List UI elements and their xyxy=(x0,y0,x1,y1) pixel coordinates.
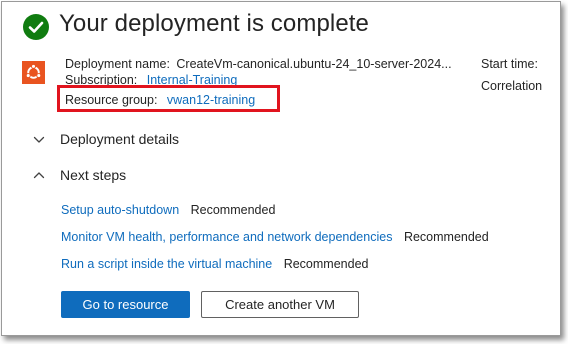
deployment-overview-panel: Your deployment is complete Deployment n… xyxy=(1,1,561,336)
ubuntu-icon xyxy=(22,61,45,84)
chevron-up-icon xyxy=(33,172,45,179)
start-time-label: Start time: xyxy=(481,57,538,71)
run-script-link[interactable]: Run a script inside the virtual machine xyxy=(61,257,272,271)
recommended-tag: Recommended xyxy=(283,257,369,271)
page-title: Your deployment is complete xyxy=(59,10,369,37)
resource-group-highlight-box xyxy=(57,85,280,112)
deployment-name-field: Deployment name: CreateVm-canonical.ubun… xyxy=(65,57,452,71)
next-steps-label: Next steps xyxy=(60,167,127,183)
correlation-label: Correlation xyxy=(481,79,543,93)
create-another-vm-button[interactable]: Create another VM xyxy=(201,291,359,318)
go-to-resource-button[interactable]: Go to resource xyxy=(61,291,190,318)
deployment-name-label: Deployment name: xyxy=(65,57,170,71)
next-step-item: Setup auto-shutdown Recommended xyxy=(61,203,275,217)
next-step-item: Run a script inside the virtual machine … xyxy=(61,257,368,271)
next-step-item: Monitor VM health, performance and netwo… xyxy=(61,230,489,244)
setup-auto-shutdown-link[interactable]: Setup auto-shutdown xyxy=(61,203,179,217)
recommended-tag: Recommended xyxy=(403,230,489,244)
chevron-down-icon xyxy=(33,136,45,143)
deployment-name-value: CreateVm-canonical.ubuntu-24_10-server-2… xyxy=(176,57,452,71)
deployment-details-label: Deployment details xyxy=(60,131,180,147)
recommended-tag: Recommended xyxy=(190,203,276,217)
monitor-vm-health-link[interactable]: Monitor VM health, performance and netwo… xyxy=(61,230,392,244)
success-check-icon xyxy=(23,14,49,40)
